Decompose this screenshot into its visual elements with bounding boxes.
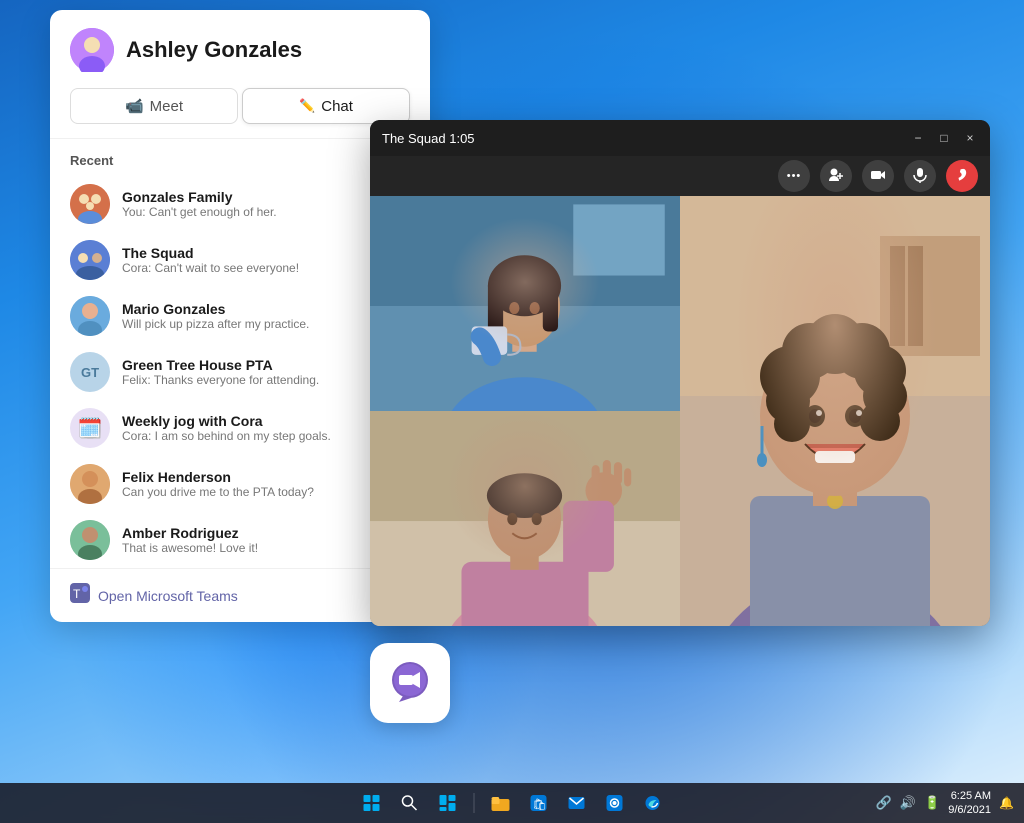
mic-button[interactable]: [904, 160, 936, 192]
taskbar-photos[interactable]: [599, 787, 631, 819]
chat-info: Mario Gonzales Will pick up pizza after …: [122, 301, 410, 331]
minimize-button[interactable]: −: [910, 131, 926, 145]
video-titlebar: The Squad 1:05 − □ ×: [370, 120, 990, 156]
chat-panel-header: Ashley Gonzales 📹 Meet ✏️ Chat: [50, 10, 430, 139]
taskbar-edge[interactable]: [637, 787, 669, 819]
video-controls-bar: •••: [370, 156, 990, 196]
meet-tab-icon: 📹: [125, 97, 144, 115]
taskbar-divider: [474, 793, 475, 813]
video-grid: [370, 196, 990, 626]
video-cell-1: [370, 196, 680, 411]
svg-text:T: T: [73, 587, 81, 601]
battery-icon: 🔋: [924, 795, 940, 811]
system-clock[interactable]: 6:25 AM 9/6/2021: [948, 789, 991, 818]
chat-info: Gonzales Family You: Can't get enough of…: [122, 189, 410, 219]
video-cell-main: [680, 196, 990, 626]
camera-button[interactable]: [862, 160, 894, 192]
video-call-title: The Squad 1:05: [382, 131, 475, 146]
chat-info: Weekly jog with Cora Cora: I am so behin…: [122, 413, 410, 443]
list-item[interactable]: Mario Gonzales Will pick up pizza after …: [70, 288, 410, 344]
chat-tab-label: Chat: [321, 98, 353, 115]
tab-bar: 📹 Meet ✏️ Chat: [70, 88, 410, 124]
end-call-button[interactable]: [946, 160, 978, 192]
chat-name: Felix Henderson: [122, 469, 410, 485]
chat-name: Weekly jog with Cora: [122, 413, 410, 429]
svg-text:🛍: 🛍: [533, 798, 547, 811]
avatar-weekly-jog: 🗓️: [70, 408, 110, 448]
tray-time: 6:25 AM: [951, 789, 991, 803]
teams-floating-icon[interactable]: [370, 643, 450, 723]
avatar-amber: [70, 520, 110, 560]
chat-name: Mario Gonzales: [122, 301, 410, 317]
chat-preview: Cora: I am so behind on my step goals.: [122, 429, 410, 443]
taskbar-center: 🛍: [356, 787, 669, 819]
volume-icon: 🔊: [900, 795, 916, 811]
recent-label: Recent: [70, 153, 410, 168]
taskbar: 🛍 🔗: [0, 783, 1024, 823]
chat-info: Amber Rodriguez That is awesome! Love it…: [122, 525, 410, 555]
camera-icon: [870, 167, 886, 186]
video-cell-2: [370, 411, 680, 626]
add-person-icon: [828, 167, 844, 186]
chat-list: Gonzales Family You: Can't get enough of…: [70, 176, 410, 568]
chat-preview: Will pick up pizza after my practice.: [122, 317, 410, 331]
list-item[interactable]: Amber Rodriguez That is awesome! Love it…: [70, 512, 410, 568]
chat-info: Green Tree House PTA Felix: Thanks every…: [122, 357, 410, 387]
list-item[interactable]: Gonzales Family You: Can't get enough of…: [70, 176, 410, 232]
chat-info: The Squad Cora: Can't wait to see everyo…: [122, 245, 410, 275]
close-button[interactable]: ×: [962, 131, 978, 145]
list-item[interactable]: GT Green Tree House PTA Felix: Thanks ev…: [70, 344, 410, 400]
list-item[interactable]: Felix Henderson Can you drive me to the …: [70, 456, 410, 512]
chat-tab-icon: ✏️: [299, 98, 315, 114]
taskbar-mail[interactable]: [561, 787, 593, 819]
window-controls: − □ ×: [910, 131, 978, 145]
chat-preview: That is awesome! Love it!: [122, 541, 410, 555]
video-call-window: The Squad 1:05 − □ × •••: [370, 120, 990, 626]
avatar-green-tree: GT: [70, 352, 110, 392]
maximize-button[interactable]: □: [936, 131, 952, 145]
chat-preview: Can you drive me to the PTA today?: [122, 485, 410, 499]
start-button[interactable]: [356, 787, 388, 819]
tab-meet[interactable]: 📹 Meet: [70, 88, 238, 124]
user-header: Ashley Gonzales: [70, 28, 410, 72]
avatar-mario: [70, 296, 110, 336]
avatar-felix: [70, 464, 110, 504]
widgets-button[interactable]: [432, 787, 464, 819]
list-item[interactable]: 🗓️ Weekly jog with Cora Cora: I am so be…: [70, 400, 410, 456]
open-teams-label: Open Microsoft Teams: [98, 588, 238, 604]
meet-tab-label: Meet: [150, 98, 183, 115]
taskbar-store[interactable]: 🛍: [523, 787, 555, 819]
list-item[interactable]: The Squad Cora: Can't wait to see everyo…: [70, 232, 410, 288]
chat-name: Gonzales Family: [122, 189, 410, 205]
chat-info: Felix Henderson Can you drive me to the …: [122, 469, 410, 499]
avatar-the-squad: [70, 240, 110, 280]
chat-name: The Squad: [122, 245, 410, 261]
avatar-gonzales-family: [70, 184, 110, 224]
add-person-button[interactable]: [820, 160, 852, 192]
more-options-button[interactable]: •••: [778, 160, 810, 192]
avatar: [70, 28, 114, 72]
taskbar-tray: 🔗 🔊 🔋 6:25 AM 9/6/2021 🔔: [876, 789, 1014, 818]
chat-preview: Felix: Thanks everyone for attending.: [122, 373, 410, 387]
chat-preview: Cora: Can't wait to see everyone!: [122, 261, 410, 275]
more-icon: •••: [787, 170, 802, 182]
chat-name: Amber Rodriguez: [122, 525, 410, 541]
end-call-icon: [954, 167, 970, 186]
notification-icon[interactable]: 🔔: [999, 796, 1014, 810]
network-icon: 🔗: [876, 795, 892, 811]
teams-icon: T: [70, 583, 90, 608]
taskbar-file-explorer[interactable]: [485, 787, 517, 819]
chat-preview: You: Can't get enough of her.: [122, 205, 410, 219]
search-button[interactable]: [394, 787, 426, 819]
chat-name: Green Tree House PTA: [122, 357, 410, 373]
mic-icon: [913, 167, 927, 186]
tab-chat[interactable]: ✏️ Chat: [242, 88, 410, 124]
user-name: Ashley Gonzales: [126, 37, 302, 63]
tray-date: 9/6/2021: [948, 803, 991, 817]
